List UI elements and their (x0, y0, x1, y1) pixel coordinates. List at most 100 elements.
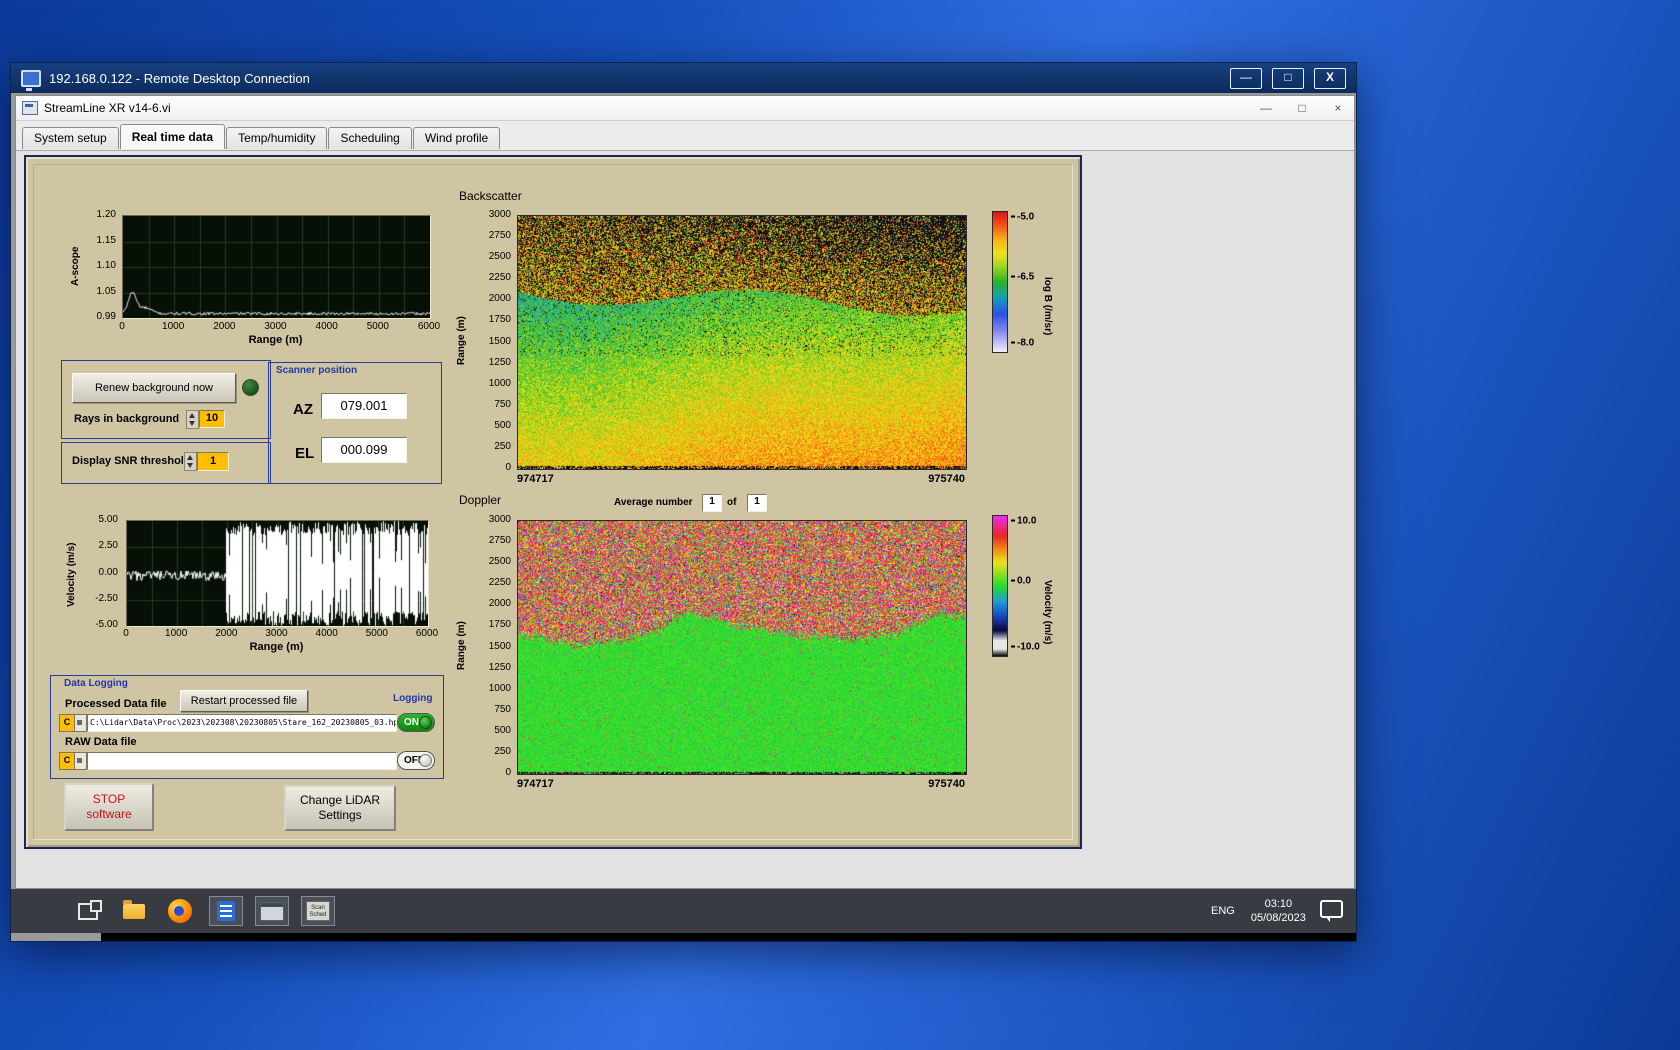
language-indicator[interactable]: ENG (1203, 899, 1243, 923)
doppler-title: Doppler (459, 493, 502, 507)
app-window-controls: — □ × (1256, 101, 1348, 115)
vel-xticks: 0 1000 2000 3000 4000 5000 6000 (123, 628, 438, 640)
colorbar-tick-label: 10.0 (1011, 515, 1036, 526)
raw-browse-icon[interactable] (74, 752, 87, 770)
rdp-window: 192.168.0.122 - Remote Desktop Connectio… (10, 62, 1357, 942)
tick-label: 6000 (417, 321, 441, 332)
notification-chat-icon[interactable] (1319, 900, 1343, 922)
raw-drive-box[interactable]: C (59, 752, 75, 770)
doppler-colorbar-label: Velocity (m/s) (1042, 579, 1053, 645)
doppler-heatmap (517, 520, 967, 775)
dp-cbticks: 10.0 0.0 -10.0 (1007, 515, 1041, 655)
background-led-indicator (242, 379, 259, 396)
tick-label: 2750 (488, 535, 511, 547)
firefox-icon[interactable] (163, 896, 197, 926)
change-lidar-settings-button[interactable]: Change LiDAR Settings (284, 785, 396, 831)
tick-label: 2000 (488, 598, 511, 610)
tick-label: 2000 (215, 628, 238, 639)
tab-scheduling[interactable]: Scheduling (328, 127, 412, 149)
processed-drive-box[interactable]: C (59, 714, 75, 732)
raw-logging-toggle[interactable]: OFF (397, 751, 435, 770)
app-minimize-button[interactable]: — (1256, 101, 1276, 115)
rdp-title: 192.168.0.122 - Remote Desktop Connectio… (49, 70, 310, 86)
tick-label: -5.00 (95, 619, 118, 630)
app-title: StreamLine XR v14-6.vi (44, 101, 171, 115)
tick-label: 500 (494, 724, 511, 736)
rdp-maximize-button[interactable]: □ (1272, 67, 1304, 89)
backscatter-title: Backscatter (459, 189, 522, 203)
average-of-field[interactable]: 1 (747, 494, 767, 512)
task-view-icon[interactable] (71, 896, 105, 926)
app-window: StreamLine XR v14-6.vi — □ × System setu… (15, 95, 1355, 889)
tab-wind-profile[interactable]: Wind profile (412, 127, 501, 149)
processed-path-field[interactable]: C:\Lidar\Data\Proc\2023\202308\20230805\… (87, 714, 397, 732)
tab-temp-humidity[interactable]: Temp/humidity (226, 127, 328, 149)
background-group: Renew background now Rays in background … (61, 360, 271, 439)
backscatter-x-start: 974717 (517, 473, 554, 485)
file-explorer-icon[interactable] (117, 896, 151, 926)
processed-browse-icon[interactable] (74, 714, 87, 732)
main-panel: A-scope 1.20 1.15 1.10 1.05 0.99 0 1000 2000 30… (24, 155, 1082, 849)
stop-software-button[interactable]: STOP software (64, 783, 154, 831)
colorbar-tick-label: -5.0 (1011, 211, 1034, 222)
tab-system-setup[interactable]: System setup (22, 127, 119, 149)
app-close-button[interactable]: × (1328, 101, 1348, 115)
el-value-field: 000.099 (321, 437, 407, 463)
doppler-colorbar (992, 515, 1008, 657)
active-app-window-icon[interactable] (255, 896, 289, 926)
tick-label: 250 (494, 440, 511, 452)
average-of-label: of (727, 497, 737, 508)
tick-label: 1.10 (96, 260, 116, 271)
rdp-titlebar[interactable]: 192.168.0.122 - Remote Desktop Connectio… (11, 63, 1356, 93)
clock[interactable]: 03:10 05/08/2023 (1243, 897, 1314, 925)
tick-label: 0 (505, 462, 511, 473)
restart-processed-file-button[interactable]: Restart processed file (180, 690, 308, 712)
renew-background-button[interactable]: Renew background now (72, 373, 236, 403)
tab-real-time-data[interactable]: Real time data (119, 124, 226, 149)
scan-icon-label1: Scan (311, 905, 325, 911)
velocity-x-axis-label: Range (m) (249, 641, 304, 653)
tick-label: 3000 (264, 321, 287, 332)
tick-label: 1250 (488, 661, 511, 673)
rays-spinner[interactable] (186, 410, 199, 429)
backscatter-colorbar-label: log B (/m/sr) (1042, 276, 1053, 336)
tick-label: 5000 (366, 321, 389, 332)
app-restore-button[interactable]: □ (1292, 101, 1312, 115)
backscatter-y-axis-label: Range (m) (456, 316, 467, 366)
rdp-close-button[interactable]: X (1314, 67, 1346, 89)
tick-label: 1750 (488, 619, 511, 631)
raw-path-field[interactable] (87, 752, 397, 770)
tick-label: 2.50 (98, 540, 118, 552)
rays-in-background-label: Rays in background (74, 413, 180, 425)
tick-label: 1500 (488, 335, 511, 347)
rdp-minimize-button[interactable]: — (1230, 67, 1262, 89)
taskbar: Scan Sched ENG 03:10 05/08/2023 (11, 889, 1356, 933)
app-titlebar[interactable]: StreamLine XR v14-6.vi — □ × (16, 96, 1354, 121)
tick-label: 0.00 (98, 566, 118, 578)
snr-value-field[interactable]: 1 (197, 452, 229, 471)
snr-spinner[interactable] (184, 452, 197, 471)
ascope-xticks: 0 1000 2000 3000 4000 5000 6000 (119, 321, 440, 333)
average-number-field[interactable]: 1 (702, 494, 722, 512)
tick-label: 750 (494, 398, 511, 410)
processed-logging-toggle[interactable]: ON (397, 713, 435, 732)
tick-label: 750 (494, 703, 511, 715)
scan-icon-label2: Sched (309, 912, 327, 918)
tick-label: 2250 (488, 577, 511, 589)
scan-scheduler-icon[interactable]: Scan Sched (301, 896, 335, 926)
tick-label: 1000 (162, 321, 185, 332)
tick-label: 2500 (488, 251, 511, 263)
rays-value-field[interactable]: 10 (199, 410, 225, 428)
ascope-yticks: 1.20 1.15 1.10 1.05 0.99 (82, 210, 118, 322)
document-app-icon[interactable] (209, 896, 243, 926)
change-button-line2: Settings (318, 808, 362, 822)
bs-yticks: 3000 2750 2500 2250 2000 1750 1500 1250 1000 750 5… (473, 210, 513, 473)
az-label: AZ (293, 401, 313, 418)
tick-label: 1.05 (96, 285, 116, 297)
logging-label: Logging (393, 693, 433, 704)
stop-button-line2: software (86, 807, 132, 821)
tick-label: 1500 (488, 640, 511, 652)
tab-bar: System setup Real time data Temp/humidity S… (16, 121, 1354, 150)
tick-label: 3000 (265, 628, 288, 639)
scanner-position-group: Scanner position AZ 079.001 EL 000.099 (268, 362, 442, 484)
